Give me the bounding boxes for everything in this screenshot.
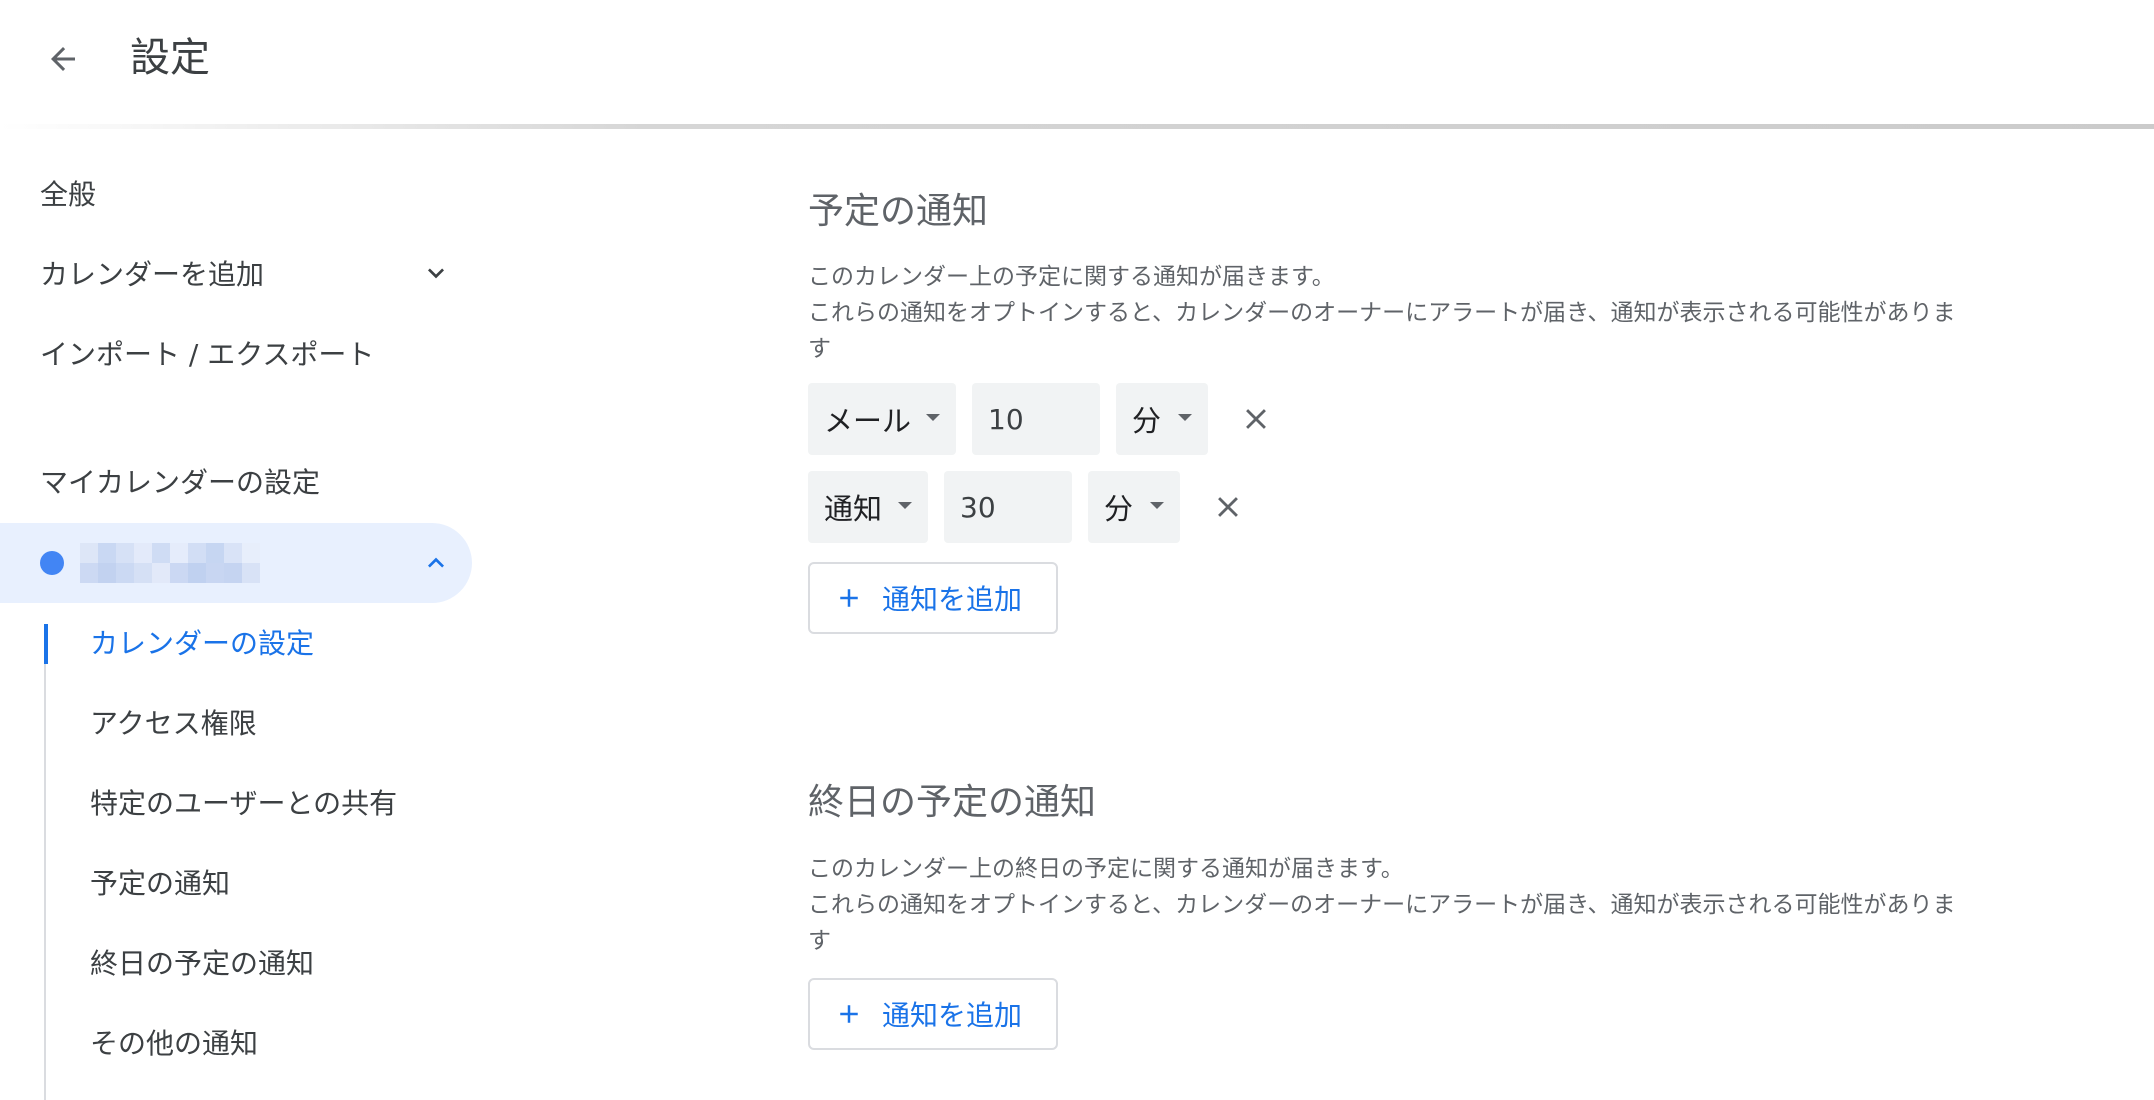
- my-calendars-settings-header: マイカレンダーの設定: [40, 466, 321, 499]
- dropdown-caret-icon: [1150, 502, 1164, 509]
- add-allday-notification-button[interactable]: 通知を追加: [808, 978, 1058, 1050]
- notification-method-dropdown[interactable]: メール: [808, 383, 956, 455]
- sidebar-item-calendar[interactable]: [0, 523, 472, 603]
- sidebar-item-add-calendar[interactable]: カレンダーを追加: [40, 255, 264, 295]
- page-title: 設定: [130, 35, 210, 81]
- subnav-calendar-settings[interactable]: カレンダーの設定: [90, 624, 314, 664]
- add-notification-button[interactable]: 通知を追加: [808, 562, 1058, 634]
- subnav-share-with-people[interactable]: 特定のユーザーとの共有: [90, 784, 397, 824]
- settings-sidebar: 全般 カレンダーを追加 インポート / エクスポート マイカレンダーの設定 カレ…: [0, 129, 480, 1100]
- subnav-active-indicator: [44, 624, 48, 664]
- close-icon: [1218, 497, 1238, 517]
- add-notification-label: 通知を追加: [882, 583, 1023, 616]
- subnav-event-notifications[interactable]: 予定の通知: [90, 864, 230, 904]
- notification-amount-input[interactable]: 30: [944, 471, 1072, 543]
- settings-content: 予定の通知 このカレンダー上の予定に関する通知が届きます。 これらの通知をオプト…: [808, 129, 2108, 1100]
- description-line: これらの通知をオプトインすると、カレンダーのオーナーにアラートが届き、通知が表示…: [808, 300, 1956, 326]
- notification-amount-input[interactable]: 10: [972, 383, 1100, 455]
- dropdown-caret-icon: [1178, 414, 1192, 421]
- event-notifications-title: 予定の通知: [808, 191, 989, 232]
- back-button[interactable]: [30, 26, 96, 92]
- dropdown-caret-icon: [898, 502, 912, 509]
- sidebar-item-import-export[interactable]: インポート / エクスポート: [40, 335, 374, 375]
- description-line: す: [808, 928, 831, 954]
- chevron-up-icon[interactable]: [418, 545, 454, 581]
- description-line: これらの通知をオプトインすると、カレンダーのオーナーにアラートが届き、通知が表示…: [808, 892, 1956, 918]
- notification-unit-value: 分: [1132, 404, 1162, 438]
- close-icon: [1246, 409, 1266, 429]
- notification-method-dropdown[interactable]: 通知: [808, 471, 928, 543]
- subnav-access-permissions[interactable]: アクセス権限: [90, 704, 257, 744]
- settings-page: 設定 全般 カレンダーを追加 インポート / エクスポート マイカレンダーの設定: [0, 0, 2154, 1100]
- calendar-name-redacted: [80, 543, 260, 583]
- event-notifications-description: このカレンダー上の予定に関する通知が届きます。 これらの通知をオプトインすると、…: [808, 259, 2008, 367]
- plus-icon: [834, 583, 864, 613]
- subnav-other-notifications[interactable]: その他の通知: [90, 1024, 258, 1064]
- allday-notifications-title: 終日の予定の通知: [808, 782, 1097, 823]
- add-notification-label: 通知を追加: [882, 999, 1023, 1032]
- dropdown-caret-icon: [926, 414, 940, 421]
- allday-notifications-description: このカレンダー上の終日の予定に関する通知が届きます。 これらの通知をオプトインす…: [808, 851, 2008, 959]
- notification-method-value: 通知: [824, 492, 883, 526]
- notification-method-value: メール: [824, 404, 912, 438]
- arrow-back-icon: [51, 47, 75, 71]
- remove-notification-button[interactable]: [1232, 395, 1280, 443]
- notification-unit-value: 分: [1104, 492, 1134, 526]
- notification-unit-dropdown[interactable]: 分: [1116, 383, 1208, 455]
- remove-notification-button[interactable]: [1204, 483, 1252, 531]
- plus-icon: [834, 999, 864, 1029]
- subnav-allday-notifications[interactable]: 終日の予定の通知: [90, 944, 314, 984]
- notification-unit-dropdown[interactable]: 分: [1088, 471, 1180, 543]
- chevron-down-icon[interactable]: [418, 255, 454, 291]
- calendar-color-dot: [40, 551, 64, 575]
- subnav-track: [44, 624, 46, 1100]
- sidebar-item-general[interactable]: 全般: [40, 175, 96, 215]
- top-bar: 設定: [0, 0, 2154, 124]
- description-line: このカレンダー上の終日の予定に関する通知が届きます。: [808, 856, 1404, 882]
- description-line: このカレンダー上の予定に関する通知が届きます。: [808, 264, 1335, 290]
- description-line: す: [808, 336, 831, 362]
